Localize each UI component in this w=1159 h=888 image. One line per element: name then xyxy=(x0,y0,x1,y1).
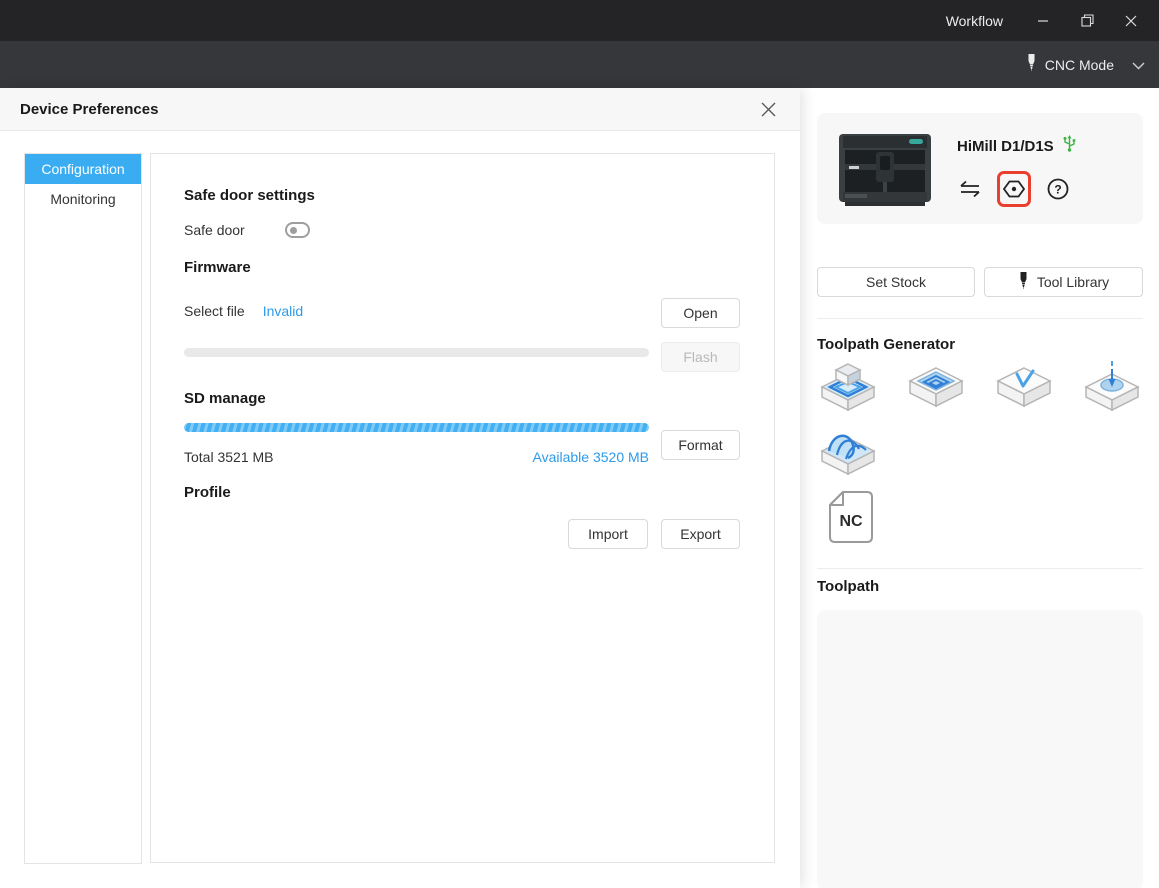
title-bar: Workflow xyxy=(0,0,1159,41)
tool-library-label: Tool Library xyxy=(1037,274,1109,290)
tool-bit-icon xyxy=(1018,272,1029,293)
toggle-knob xyxy=(290,227,297,234)
mode-label: CNC Mode xyxy=(1045,57,1114,73)
import-button[interactable]: Import xyxy=(568,519,648,549)
format-button[interactable]: Format xyxy=(661,430,740,460)
mode-selector[interactable]: CNC Mode xyxy=(1012,41,1159,88)
safe-door-toggle[interactable] xyxy=(285,222,310,238)
tool-library-button[interactable]: Tool Library xyxy=(984,267,1143,297)
profile-heading: Profile xyxy=(184,484,231,501)
right-side-panel: HiMill D1/D1S xyxy=(800,88,1159,888)
toolpath-generator-heading: Toolpath Generator xyxy=(817,336,955,353)
swap-connection-icon[interactable] xyxy=(957,176,983,202)
window-controls xyxy=(1021,0,1153,41)
set-stock-label: Set Stock xyxy=(866,274,926,290)
v-carving-toolpath-icon[interactable] xyxy=(995,360,1053,414)
restore-button[interactable] xyxy=(1065,0,1109,41)
chevron-down-icon xyxy=(1132,57,1145,73)
sd-usage-bar xyxy=(184,423,649,432)
sd-available-text: Available 3520 MB xyxy=(533,449,649,465)
dialog-header: Device Preferences xyxy=(0,88,800,131)
minimize-button[interactable] xyxy=(1021,0,1065,41)
device-thumbnail xyxy=(835,126,935,210)
toolpath-list-panel xyxy=(817,610,1143,888)
sd-total-text: Total 3521 MB xyxy=(184,449,274,465)
set-stock-button[interactable]: Set Stock xyxy=(817,267,975,297)
nc-file-icon[interactable]: NC xyxy=(826,490,874,544)
app-window: Workflow xyxy=(0,0,1159,888)
close-window-button[interactable] xyxy=(1109,0,1153,41)
relief-toolpath-icon[interactable] xyxy=(819,424,877,478)
settings-highlight-box xyxy=(997,171,1031,207)
nc-file-label: NC xyxy=(839,513,863,530)
file-status-text: Invalid xyxy=(263,303,303,319)
flash-button[interactable]: Flash xyxy=(661,342,740,372)
firmware-progress-bar xyxy=(184,348,649,357)
safe-door-label: Safe door xyxy=(184,222,245,238)
facing-toolpath-icon[interactable] xyxy=(819,360,877,414)
safe-door-settings-heading: Safe door settings xyxy=(184,187,315,204)
firmware-heading: Firmware xyxy=(184,259,251,276)
device-card: HiMill D1/D1S xyxy=(817,113,1143,224)
dialog-title: Device Preferences xyxy=(20,101,158,118)
mode-bar: CNC Mode xyxy=(0,41,1159,88)
cnc-bit-icon xyxy=(1026,54,1037,75)
configuration-content: Safe door settings Safe door Firmware Se… xyxy=(150,153,775,863)
device-name: HiMill D1/D1S xyxy=(957,138,1054,155)
divider xyxy=(817,318,1143,319)
device-settings-icon[interactable] xyxy=(1002,176,1026,202)
svg-text:?: ? xyxy=(1054,183,1061,197)
sd-manage-heading: SD manage xyxy=(184,390,266,407)
toolpath-heading: Toolpath xyxy=(817,578,879,595)
device-preferences-dialog: Device Preferences Configuration Monitor… xyxy=(0,88,800,888)
usb-connected-icon xyxy=(1062,135,1077,157)
dialog-close-icon[interactable] xyxy=(748,88,788,131)
help-icon[interactable]: ? xyxy=(1045,176,1071,202)
divider xyxy=(817,568,1143,569)
tab-monitoring[interactable]: Monitoring xyxy=(25,184,141,214)
workflow-menu-item[interactable]: Workflow xyxy=(928,0,1021,41)
tab-configuration[interactable]: Configuration xyxy=(25,154,141,184)
drilling-toolpath-icon[interactable] xyxy=(1083,360,1141,414)
dialog-tabs: Configuration Monitoring xyxy=(24,153,142,864)
select-file-label: Select file xyxy=(184,303,245,319)
export-button[interactable]: Export xyxy=(661,519,740,549)
open-button[interactable]: Open xyxy=(661,298,740,328)
pocketing-toolpath-icon[interactable] xyxy=(907,360,965,414)
